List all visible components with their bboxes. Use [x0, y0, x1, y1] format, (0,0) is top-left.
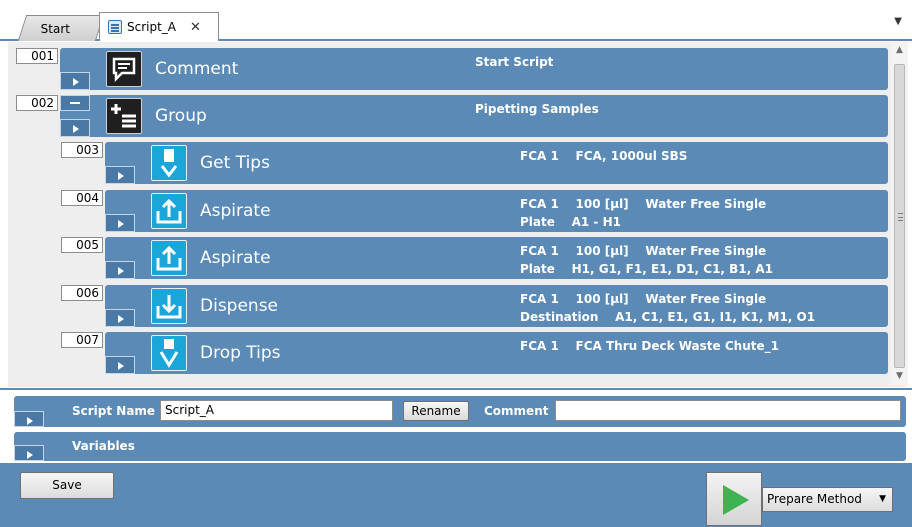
- vertical-scrollbar[interactable]: ▲ ▼: [891, 42, 908, 385]
- prepare-method-label: Prepare Method: [767, 492, 862, 506]
- expand-button[interactable]: [105, 309, 135, 327]
- step-bar[interactable]: Group Pipetting Samples: [60, 95, 888, 137]
- chevron-down-icon[interactable]: ▼: [879, 488, 886, 511]
- comment-icon: [106, 51, 142, 87]
- get-tips-icon: [151, 145, 187, 181]
- step-row-004[interactable]: 004 Aspirate FCA 1 100 [µl] Water Free S…: [8, 190, 888, 232]
- comment-label: Comment: [484, 404, 549, 418]
- step-row-001[interactable]: 001 Comment Start Script: [8, 48, 888, 90]
- step-command: Dispense: [200, 296, 279, 316]
- step-description: FCA 1 100 [µl] Water Free Single Destina…: [520, 292, 816, 324]
- step-number: 003: [61, 142, 103, 158]
- step-row-005[interactable]: 005 Aspirate FCA 1 100 [µl] Water Free S…: [8, 237, 888, 279]
- script-name-label: Script Name: [72, 404, 156, 418]
- variables-label: Variables: [72, 439, 135, 453]
- step-bar[interactable]: Drop Tips FCA 1 FCA Thru Deck Waste Chut…: [105, 332, 888, 374]
- aspirate-icon: [151, 240, 187, 276]
- step-description: FCA 1 FCA Thru Deck Waste Chute_1: [520, 339, 779, 353]
- expand-button[interactable]: [105, 356, 135, 374]
- comment-input[interactable]: [555, 400, 901, 421]
- script-name-input[interactable]: Script_A: [160, 400, 393, 421]
- tab-bar: Start Script_A ✕ ▼: [0, 0, 912, 41]
- expand-button[interactable]: [105, 166, 135, 184]
- collapse-button[interactable]: [60, 95, 90, 111]
- save-button[interactable]: Save: [20, 472, 114, 499]
- aspirate-icon: [151, 193, 187, 229]
- scroll-down-icon[interactable]: ▼: [891, 368, 908, 385]
- tab-script-a[interactable]: Script_A ✕: [99, 12, 219, 41]
- expand-button[interactable]: [60, 119, 90, 137]
- expand-button[interactable]: [60, 72, 90, 90]
- prepare-method-button[interactable]: Prepare Method ▼: [762, 487, 893, 512]
- group-icon: [106, 98, 142, 134]
- expand-button[interactable]: [105, 261, 135, 279]
- step-row-007[interactable]: 007 Drop Tips FCA 1 FCA Thru Deck Waste …: [8, 332, 888, 374]
- chevron-down-icon[interactable]: ▼: [894, 16, 902, 27]
- rename-button[interactable]: Rename: [403, 401, 469, 421]
- step-command: Aspirate: [200, 201, 271, 221]
- expand-button[interactable]: [14, 445, 44, 461]
- grip-icon: [898, 213, 903, 221]
- step-description: FCA 1 100 [µl] Water Free Single Plate H…: [520, 244, 774, 276]
- expand-button[interactable]: [105, 214, 135, 232]
- step-number: 005: [61, 237, 103, 253]
- run-play-icon[interactable]: [706, 472, 762, 526]
- drop-tips-icon: [151, 335, 187, 371]
- script-document-icon: [108, 20, 122, 34]
- tab-script-a-label: Script_A: [127, 20, 177, 34]
- step-number: 007: [61, 332, 103, 348]
- step-description: Pipetting Samples: [475, 102, 599, 116]
- step-command: Comment: [155, 59, 239, 79]
- script-step-list: 001 Comment Start Script 002 Group Pipet…: [8, 42, 906, 387]
- step-row-003[interactable]: 003 Get Tips FCA 1 FCA, 1000ul SBS: [8, 142, 888, 184]
- close-icon[interactable]: ✕: [190, 20, 201, 35]
- step-bar[interactable]: Aspirate FCA 1 100 [µl] Water Free Singl…: [105, 190, 888, 232]
- variables-bar[interactable]: Variables: [14, 432, 906, 461]
- step-command: Get Tips: [200, 153, 270, 173]
- step-number: 004: [61, 190, 103, 206]
- step-number: 002: [16, 95, 58, 111]
- step-row-002[interactable]: 002 Group Pipetting Samples: [8, 95, 888, 137]
- step-number: 006: [61, 285, 103, 301]
- step-bar[interactable]: Aspirate FCA 1 100 [µl] Water Free Singl…: [105, 237, 888, 279]
- tab-start-label: Start: [40, 21, 71, 36]
- step-bar[interactable]: Comment Start Script: [60, 48, 888, 90]
- step-command: Aspirate: [200, 248, 271, 268]
- step-row-006[interactable]: 006 Dispense FCA 1 100 [µl] Water Free S…: [8, 285, 888, 327]
- scrollbar-thumb[interactable]: [894, 64, 905, 368]
- step-description: FCA 1 100 [µl] Water Free Single Plate A…: [520, 197, 767, 229]
- step-bar[interactable]: Dispense FCA 1 100 [µl] Water Free Singl…: [105, 285, 888, 327]
- step-command: Group: [155, 106, 207, 126]
- step-number: 001: [16, 48, 58, 64]
- scroll-up-icon[interactable]: ▲: [891, 42, 908, 59]
- step-description: FCA 1 FCA, 1000ul SBS: [520, 149, 688, 163]
- step-bar[interactable]: Get Tips FCA 1 FCA, 1000ul SBS: [105, 142, 888, 184]
- expand-button[interactable]: [14, 411, 44, 427]
- script-name-bar: Script Name Script_A Rename Comment: [14, 396, 906, 427]
- footer-bar: Save Prepare Method ▼: [0, 463, 912, 527]
- tab-start[interactable]: Start: [17, 15, 105, 41]
- step-description: Start Script: [475, 55, 554, 69]
- dispense-icon: [151, 288, 187, 324]
- step-command: Drop Tips: [200, 343, 281, 363]
